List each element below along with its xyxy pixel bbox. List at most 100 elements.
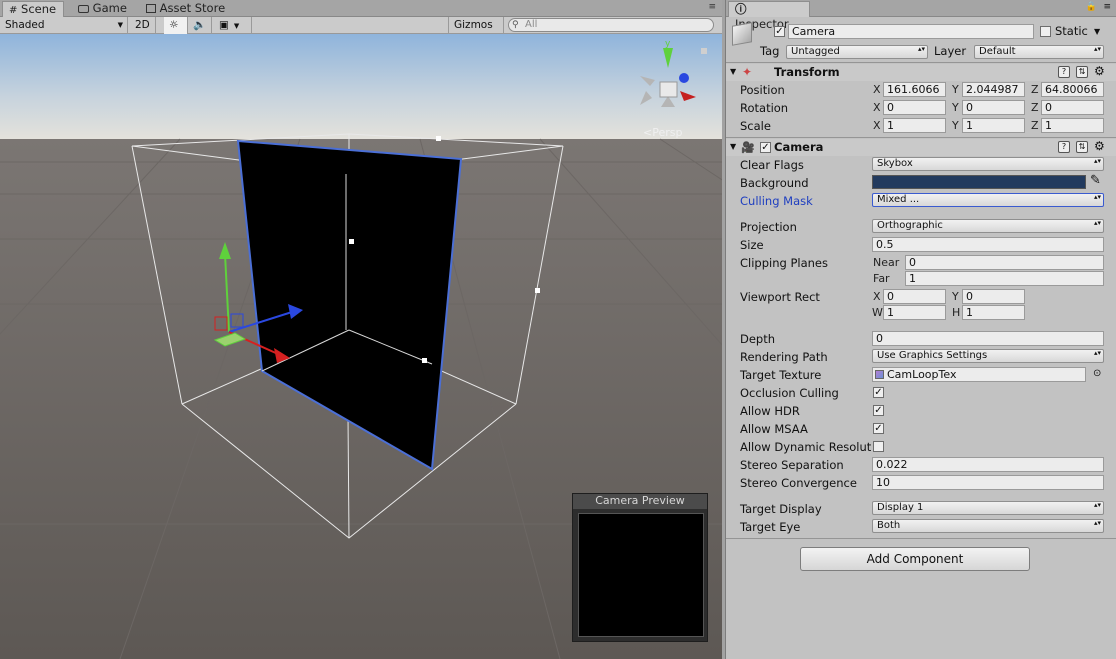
- transform-header[interactable]: ▼ ✦ Transform ? ⇅ ⚙: [726, 64, 1116, 81]
- target-display-dropdown[interactable]: Display 1: [872, 501, 1104, 515]
- projection-dropdown[interactable]: Orthographic: [872, 219, 1104, 233]
- viewport-y-field[interactable]: 0: [962, 289, 1025, 304]
- layer-dropdown[interactable]: Default: [974, 45, 1104, 59]
- panel-menu-icon[interactable]: ≡: [1103, 2, 1111, 12]
- add-component-button[interactable]: Add Component: [800, 547, 1030, 571]
- gizmo-center-cube[interactable]: [659, 81, 678, 98]
- target-display-label: Target Display: [740, 502, 822, 516]
- lighting-toggle[interactable]: ☼: [164, 17, 188, 34]
- viewport-x-field[interactable]: 0: [883, 289, 946, 304]
- near-label[interactable]: Near: [873, 256, 899, 269]
- stereo-convergence-label: Stereo Convergence: [740, 476, 857, 490]
- preset-icon[interactable]: ⇅: [1076, 66, 1088, 78]
- position-x-axis-label[interactable]: X: [873, 83, 881, 96]
- rotation-z-axis-label[interactable]: Z: [1031, 101, 1039, 114]
- gameobject-icon: [732, 22, 752, 46]
- viewport-y-label[interactable]: Y: [952, 290, 959, 303]
- stereo-convergence-field[interactable]: 10: [872, 475, 1104, 490]
- occlusion-culling-label: Occlusion Culling: [740, 386, 839, 400]
- position-x-field[interactable]: 161.6066: [883, 82, 946, 97]
- scale-z-axis-label[interactable]: Z: [1031, 119, 1039, 132]
- gizmos-dropdown[interactable]: Gizmos ▼: [448, 17, 504, 46]
- viewport-w-label[interactable]: W: [872, 306, 883, 319]
- scale-y-field[interactable]: 1: [962, 118, 1025, 133]
- inspector-tab-bar: ⓘ Inspector 🔒 ≡: [726, 0, 1116, 31]
- depth-field[interactable]: 0: [872, 331, 1104, 346]
- viewport-h-field[interactable]: 1: [962, 305, 1025, 320]
- toggle-2d-button[interactable]: 2D: [130, 17, 156, 34]
- tab-game[interactable]: Game: [72, 1, 133, 17]
- clear-flags-dropdown[interactable]: Skybox: [872, 157, 1104, 171]
- size-field[interactable]: 0.5: [872, 237, 1104, 252]
- rotation-y-axis-label[interactable]: Y: [952, 101, 959, 114]
- near-field[interactable]: 0: [905, 255, 1104, 270]
- scale-y-axis-label[interactable]: Y: [952, 119, 959, 132]
- scene-viewport[interactable]: y <Persp Camera Preview: [0, 34, 722, 659]
- active-checkbox[interactable]: ✓: [774, 26, 785, 37]
- position-z-axis-label[interactable]: Z: [1031, 83, 1039, 96]
- far-field[interactable]: 1: [905, 271, 1104, 286]
- object-picker-icon[interactable]: ⊙: [1093, 368, 1101, 379]
- allow-hdr-checkbox[interactable]: ✓: [873, 405, 884, 416]
- info-icon: ⓘ: [735, 2, 747, 16]
- scale-x-axis-label[interactable]: X: [873, 119, 881, 132]
- tab-scene[interactable]: # Scene: [2, 1, 64, 17]
- foldout-arrow-icon[interactable]: ▼: [730, 142, 736, 151]
- static-dropdown-arrow-icon[interactable]: ▼: [1094, 27, 1100, 36]
- occlusion-culling-checkbox[interactable]: ✓: [873, 387, 884, 398]
- scale-z-field[interactable]: 1: [1041, 118, 1104, 133]
- target-eye-dropdown[interactable]: Both: [872, 519, 1104, 533]
- rotation-x-field[interactable]: 0: [883, 100, 946, 115]
- image-icon: ▣: [219, 19, 229, 31]
- far-label[interactable]: Far: [873, 272, 890, 285]
- rotation-x-axis-label[interactable]: X: [873, 101, 881, 114]
- scale-x-field[interactable]: 1: [883, 118, 946, 133]
- effects-dropdown[interactable]: ▣ ▼: [214, 17, 252, 34]
- shading-mode-dropdown[interactable]: Shaded ▼: [0, 17, 128, 34]
- camera-component-header[interactable]: ▼ 🎥 ✓ Camera ? ⇅ ⚙: [726, 139, 1116, 156]
- audio-toggle[interactable]: 🔈: [188, 17, 212, 34]
- help-icon[interactable]: ?: [1058, 66, 1070, 78]
- foldout-arrow-icon[interactable]: ▼: [730, 67, 736, 76]
- scene-search-input[interactable]: ⚲ All: [508, 18, 714, 32]
- camera-enabled-checkbox[interactable]: ✓: [760, 142, 771, 153]
- camera-title: Camera: [774, 140, 824, 154]
- preset-icon[interactable]: ⇅: [1076, 141, 1088, 153]
- gizmo-z-cone[interactable]: [679, 73, 689, 83]
- tab-inspector[interactable]: ⓘ Inspector: [728, 1, 810, 31]
- tag-dropdown[interactable]: Untagged: [786, 45, 928, 59]
- allow-dynamic-resolution-checkbox[interactable]: [873, 441, 884, 452]
- rotation-y-field[interactable]: 0: [962, 100, 1025, 115]
- viewport-h-label[interactable]: H: [952, 306, 960, 319]
- lock-icon[interactable]: 🔒: [1086, 2, 1097, 12]
- panel-menu-icon[interactable]: ≡: [708, 2, 716, 12]
- projection-toggle[interactable]: <Persp: [643, 126, 682, 139]
- object-name-field[interactable]: Camera: [788, 24, 1034, 39]
- gizmo-lock-icon[interactable]: [701, 48, 707, 54]
- static-checkbox[interactable]: [1040, 26, 1051, 37]
- gear-icon[interactable]: ⚙: [1094, 139, 1105, 153]
- stereo-separation-field[interactable]: 0.022: [872, 457, 1104, 472]
- position-z-field[interactable]: 64.80066: [1041, 82, 1104, 97]
- rendering-path-dropdown[interactable]: Use Graphics Settings: [872, 349, 1104, 363]
- camera-icon: 🎥: [741, 141, 755, 154]
- culling-mask-label: Culling Mask: [740, 194, 813, 208]
- position-y-axis-label[interactable]: Y: [952, 83, 959, 96]
- help-icon[interactable]: ?: [1058, 141, 1070, 153]
- viewport-x-label[interactable]: X: [873, 290, 881, 303]
- eyedropper-icon[interactable]: ✎: [1090, 173, 1101, 188]
- culling-mask-dropdown[interactable]: Mixed ...: [872, 193, 1104, 207]
- viewport-w-field[interactable]: 1: [883, 305, 946, 320]
- background-color-swatch[interactable]: [872, 175, 1086, 189]
- grid-icon: #: [9, 5, 18, 16]
- allow-hdr-label: Allow HDR: [740, 404, 800, 418]
- rotation-z-field[interactable]: 0: [1041, 100, 1104, 115]
- size-label: Size: [740, 238, 764, 252]
- tab-asset-store[interactable]: Asset Store: [140, 1, 231, 17]
- position-y-field[interactable]: 2.044987: [962, 82, 1025, 97]
- allow-msaa-checkbox[interactable]: ✓: [873, 423, 884, 434]
- scene-panel: # Scene Game Asset Store ≡ Shaded ▼ 2D ☼…: [0, 0, 722, 659]
- target-texture-field[interactable]: CamLoopTex: [872, 367, 1086, 382]
- tab-game-label: Game: [92, 1, 127, 15]
- gear-icon[interactable]: ⚙: [1094, 64, 1105, 78]
